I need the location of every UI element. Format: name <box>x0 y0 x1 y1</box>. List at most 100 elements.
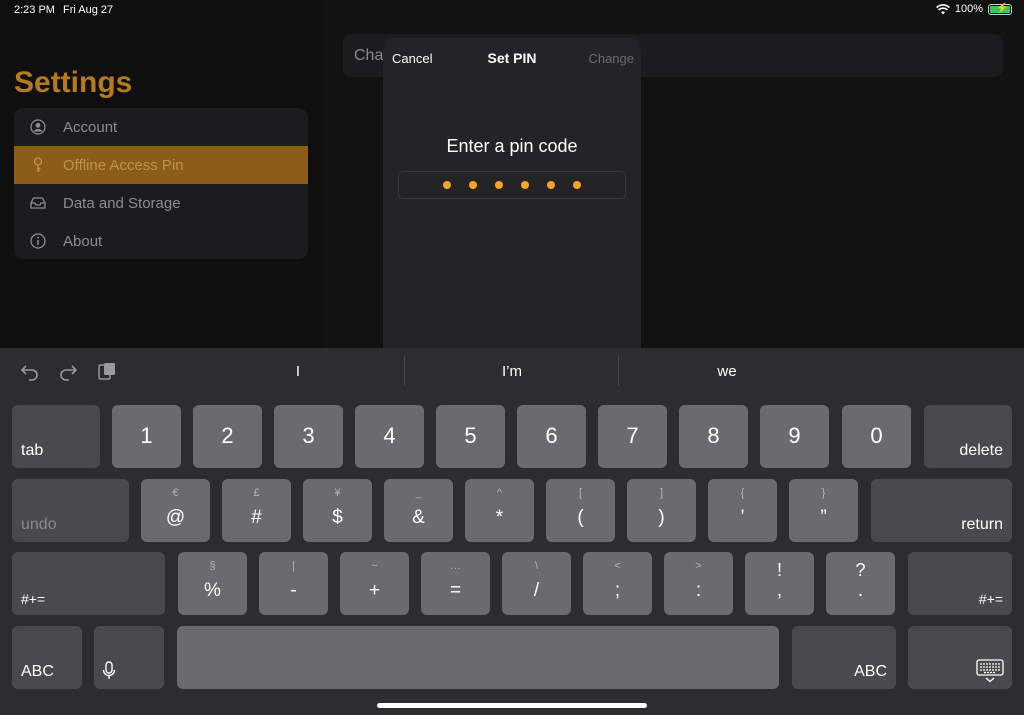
keyboard: I I’m we tab 1 2 3 4 5 6 7 8 9 0 delete … <box>0 348 1024 715</box>
key-minus[interactable]: | - <box>259 552 328 615</box>
key-quote[interactable]: }” <box>789 479 858 542</box>
key-period[interactable]: ?. <box>826 552 895 615</box>
key-8[interactable]: 8 <box>679 405 748 468</box>
sidebar-item-data-and-storage[interactable]: Data and Storage <box>14 184 308 222</box>
key-colon[interactable]: >: <box>664 552 733 615</box>
pin-input[interactable] <box>398 171 626 199</box>
key-1[interactable]: 1 <box>112 405 181 468</box>
key-alt-label: } <box>821 487 826 499</box>
prediction-3[interactable]: we <box>677 363 777 380</box>
undo-key-label: undo <box>21 516 57 533</box>
key-alt-label: ^ <box>496 487 503 499</box>
more-symbols-key-left[interactable]: #+= <box>12 552 165 615</box>
key-label: # <box>251 507 262 528</box>
key-label: 6 <box>545 423 558 448</box>
change-button[interactable]: Change <box>588 51 634 66</box>
abc-key-right[interactable]: ABC <box>792 626 896 689</box>
redo-arrow-icon[interactable] <box>58 361 78 381</box>
battery-percent: 100% <box>954 3 983 15</box>
key-apostrophe[interactable]: {’ <box>708 479 777 542</box>
key-label: 4 <box>383 423 396 448</box>
key-alt-label: ! <box>776 560 782 580</box>
key-alt-label: ~ <box>371 560 378 572</box>
sidebar-item-about[interactable]: About <box>14 222 308 259</box>
key-open-paren[interactable]: [( <box>546 479 615 542</box>
undo-arrow-icon[interactable] <box>20 361 40 381</box>
key-alt-label: € <box>172 487 179 499</box>
key-2[interactable]: 2 <box>193 405 262 468</box>
key-slash[interactable]: \ / <box>502 552 571 615</box>
key-label: , <box>776 580 783 601</box>
key-0[interactable]: 0 <box>842 405 911 468</box>
delete-key[interactable]: delete <box>924 405 1012 468</box>
key-alt-label: < <box>614 560 621 572</box>
key-label: @ <box>165 507 186 528</box>
key-at[interactable]: € @ <box>141 479 210 542</box>
key-6[interactable]: 6 <box>517 405 586 468</box>
key-label: ) <box>658 507 665 528</box>
key-alt-label: ¥ <box>334 487 341 499</box>
prediction-1[interactable]: I <box>248 363 348 380</box>
key-9[interactable]: 9 <box>760 405 829 468</box>
key-alt-label: [ <box>578 487 583 499</box>
more-symbols-label: #+= <box>978 591 1003 607</box>
abc-key-label: ABC <box>854 663 887 680</box>
key-equals[interactable]: … = <box>421 552 490 615</box>
key-label: 1 <box>140 423 153 448</box>
key-7[interactable]: 7 <box>598 405 667 468</box>
key-label: - <box>290 580 297 601</box>
key-label: 8 <box>707 423 720 448</box>
undo-key[interactable]: undo <box>12 479 129 542</box>
key-dollar[interactable]: ¥ $ <box>303 479 372 542</box>
key-3[interactable]: 3 <box>274 405 343 468</box>
key-comma[interactable]: !, <box>745 552 814 615</box>
key-label: ’ <box>740 507 745 528</box>
settings-menu: Account Offline Access Pin Data and Stor… <box>14 108 308 259</box>
key-semicolon[interactable]: <; <box>583 552 652 615</box>
charging-bolt-icon: ⚡ <box>996 2 1009 14</box>
key-alt-label: | <box>292 560 295 572</box>
key-4[interactable]: 4 <box>355 405 424 468</box>
tab-key[interactable]: tab <box>12 405 100 468</box>
prediction-divider <box>618 356 619 386</box>
keyboard-dismiss-icon <box>976 659 1004 683</box>
key-label: % <box>204 580 221 601</box>
home-indicator <box>377 703 647 708</box>
key-percent[interactable]: §% <box>178 552 247 615</box>
key-plus[interactable]: ~ + <box>340 552 409 615</box>
pin-dot <box>443 181 451 189</box>
pin-dot <box>573 181 581 189</box>
battery-icon: ⚡ <box>988 2 1012 15</box>
tab-key-label: tab <box>21 442 44 459</box>
key-5[interactable]: 5 <box>436 405 505 468</box>
pin-dot <box>495 181 503 189</box>
key-ampersand[interactable]: _ & <box>384 479 453 542</box>
dictation-key[interactable] <box>94 626 164 689</box>
key-asterisk[interactable]: ^ * <box>465 479 534 542</box>
return-key[interactable]: return <box>871 479 1012 542</box>
pin-prompt: Enter a pin code <box>446 136 578 156</box>
key-hash[interactable]: £ # <box>222 479 291 542</box>
abc-key-left[interactable]: ABC <box>12 626 82 689</box>
person-circle-icon <box>30 119 46 135</box>
cancel-button[interactable]: Cancel <box>392 51 432 66</box>
sidebar-item-account[interactable]: Account <box>14 108 308 146</box>
space-bar[interactable] <box>177 626 779 689</box>
dismiss-keyboard-key[interactable] <box>908 626 1012 689</box>
key-label: / <box>533 580 540 601</box>
key-close-paren[interactable]: ]) <box>627 479 696 542</box>
microphone-icon <box>102 661 116 679</box>
key-label: = <box>449 580 462 601</box>
key-alt-label: £ <box>253 487 260 499</box>
key-label: ” <box>820 507 827 528</box>
clipboard-paste-icon[interactable] <box>97 361 117 381</box>
more-symbols-key-right[interactable]: #+= <box>908 552 1012 615</box>
key-alt-label: { <box>740 487 745 499</box>
sidebar-item-offline-access-pin[interactable]: Offline Access Pin <box>14 146 308 184</box>
key-label: 5 <box>464 423 477 448</box>
delete-key-label: delete <box>959 442 1003 459</box>
key-icon <box>33 157 43 172</box>
info-circle-icon <box>30 233 46 249</box>
sidebar-item-label: About <box>63 232 103 250</box>
prediction-2[interactable]: I’m <box>462 363 562 380</box>
